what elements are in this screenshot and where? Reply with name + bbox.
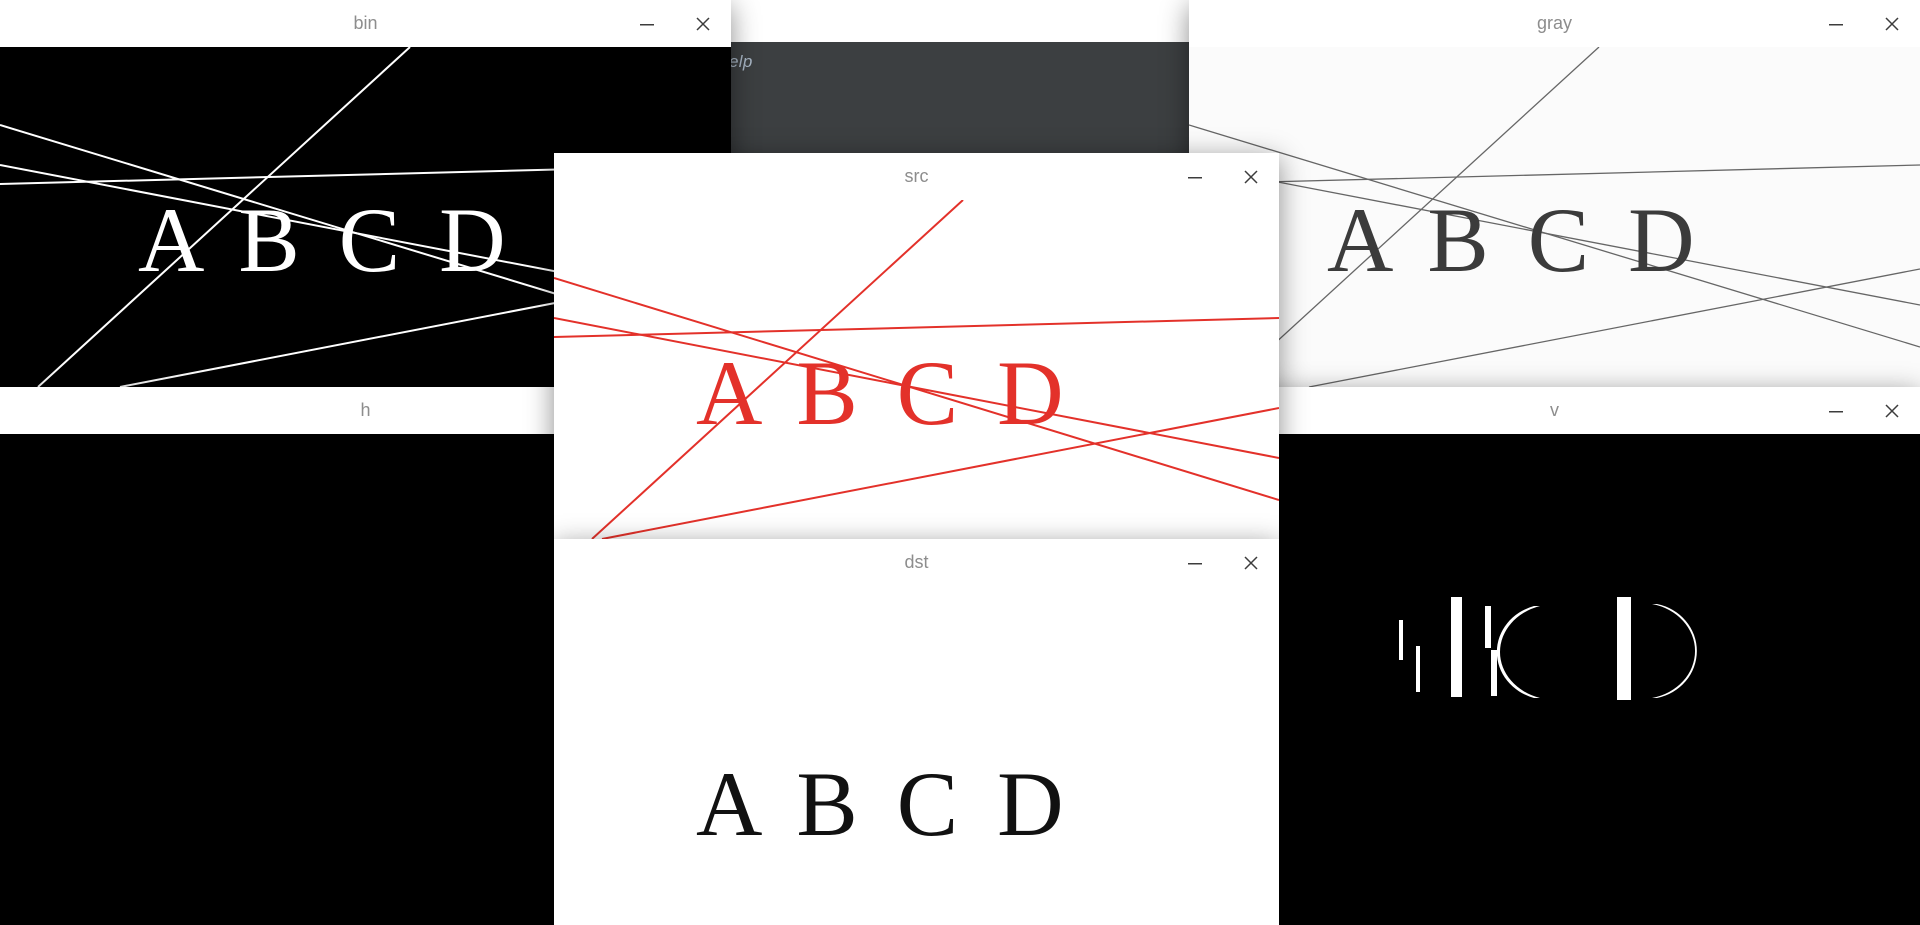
window-gray-titlebar[interactable]: gray: [1189, 0, 1920, 47]
window-v-title: v: [1550, 400, 1559, 420]
window-dst[interactable]: dst A B C D: [554, 539, 1279, 925]
window-bin-letters: A B C D: [138, 189, 514, 291]
close-icon[interactable]: [1864, 0, 1920, 47]
minimize-icon[interactable]: [1167, 153, 1223, 200]
window-src-controls[interactable]: [1167, 153, 1279, 200]
window-v-image: [1189, 434, 1920, 925]
minimize-icon[interactable]: [1167, 539, 1223, 586]
window-src-image: A B C D: [554, 200, 1279, 539]
window-gray-controls[interactable]: [1808, 0, 1920, 47]
desktop-root: first – main.cpp elp Structure Bookmarks…: [0, 0, 1920, 925]
window-bin-title: bin: [353, 13, 378, 33]
vertical-edges-overlay: [1399, 597, 1697, 700]
window-dst-title: dst: [904, 552, 929, 572]
minimize-icon[interactable]: [1808, 0, 1864, 47]
window-src-titlebar[interactable]: src: [554, 153, 1279, 200]
window-h-title: h: [360, 400, 371, 420]
window-src-title: src: [904, 166, 929, 186]
window-gray-image: A B C D: [1189, 47, 1920, 387]
window-dst-letters: A B C D: [696, 753, 1072, 855]
window-dst-image: A B C D: [554, 586, 1279, 925]
window-gray-letters: A B C D: [1327, 189, 1703, 291]
window-bin-controls[interactable]: [619, 0, 731, 47]
window-gray-title: gray: [1536, 13, 1572, 33]
close-icon[interactable]: [1223, 539, 1279, 586]
window-src[interactable]: src A B C D: [554, 153, 1279, 539]
window-v[interactable]: v: [1189, 387, 1920, 925]
window-dst-titlebar[interactable]: dst: [554, 539, 1279, 586]
close-icon[interactable]: [1864, 387, 1920, 434]
window-gray[interactable]: gray A B C D: [1189, 0, 1920, 387]
window-v-titlebar[interactable]: v: [1189, 387, 1920, 434]
ide-menu-help[interactable]: elp: [729, 52, 753, 72]
window-v-controls[interactable]: [1808, 387, 1920, 434]
close-icon[interactable]: [675, 0, 731, 47]
window-dst-controls[interactable]: [1167, 539, 1279, 586]
window-src-letters: A B C D: [696, 342, 1072, 444]
minimize-icon[interactable]: [619, 0, 675, 47]
close-icon[interactable]: [1223, 153, 1279, 200]
window-bin-titlebar[interactable]: bin: [0, 0, 731, 47]
minimize-icon[interactable]: [1808, 387, 1864, 434]
